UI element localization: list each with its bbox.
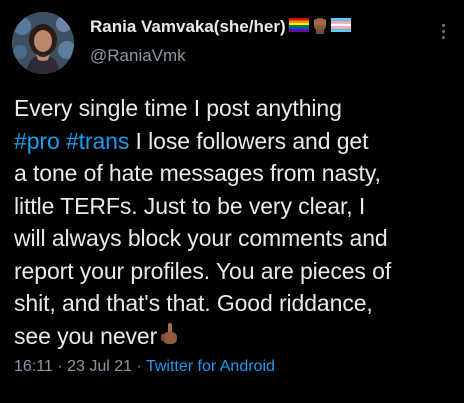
name-emojis: [288, 15, 351, 40]
tweet-line: shit, and that's that. Good riddance,: [14, 290, 373, 316]
tweet-text: Every single time I post anything #pro #…: [14, 92, 454, 356]
hashtag-link[interactable]: #pro: [14, 128, 60, 154]
transgender-flag-icon: [330, 17, 351, 37]
name-row: Rania Vamvaka(she/her): [90, 14, 351, 40]
tweet-line: a tone of hate messages from nasty,: [14, 160, 381, 186]
more-options-icon[interactable]: [438, 24, 448, 44]
display-name[interactable]: Rania Vamvaka(she/her): [90, 17, 286, 37]
tweet: Rania Vamvaka(she/her) @RaniaVmk Every s…: [0, 0, 464, 403]
user-handle[interactable]: @RaniaVmk: [90, 46, 351, 66]
tweet-line: will always block your comments and: [14, 225, 388, 251]
tweet-line: #pro #trans I lose followers and get: [14, 125, 454, 158]
rainbow-flag-icon: [288, 17, 309, 37]
tweet-line: see you never: [14, 320, 454, 357]
tweet-line: Every single time I post anything: [14, 95, 342, 121]
avatar[interactable]: [12, 12, 74, 74]
tweet-line-rest: I lose followers and get: [129, 127, 369, 154]
tweet-meta: 16:11 · 23 Jul 21 · Twitter for Android: [14, 358, 275, 376]
meta-separator: ·: [52, 358, 68, 375]
tweet-header: Rania Vamvaka(she/her) @RaniaVmk: [90, 14, 351, 66]
raised-fist-medium-dark-skin-icon: [310, 15, 330, 40]
tweet-line: report your profiles. You are pieces of: [14, 257, 392, 284]
meta-separator: ·: [132, 358, 146, 375]
tweet-line-text: see you never: [14, 322, 158, 349]
avatar-image: [12, 12, 74, 74]
tweet-date: 23 Jul 21: [67, 358, 133, 375]
hashtag-link[interactable]: #trans: [66, 128, 129, 154]
tweet-source-link[interactable]: Twitter for Android: [146, 358, 275, 375]
tweet-time: 16:11: [14, 358, 53, 375]
middle-finger-medium-dark-skin-icon: [159, 322, 181, 357]
tweet-line: little TERFs. Just to be very clear, I: [14, 192, 366, 219]
